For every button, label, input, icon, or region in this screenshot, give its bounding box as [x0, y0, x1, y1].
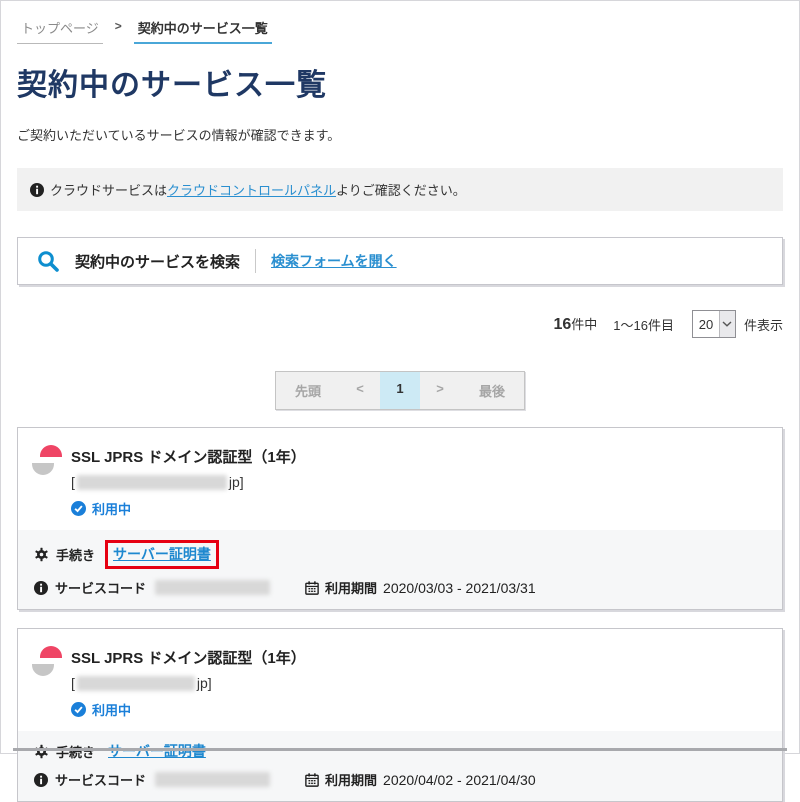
service-status: 利用中	[71, 700, 306, 719]
results-total-number: 16	[553, 316, 571, 333]
breadcrumb-current: 契約中のサービス一覧	[134, 18, 272, 44]
service-code-label: サービスコード	[55, 770, 146, 789]
procedure-row: 手続き サーバー証明書	[34, 540, 768, 569]
procedure-label: 手続き	[56, 742, 95, 761]
service-card-body: SSL JPRS ドメイン認証型（1年） [ jp] 利用中	[18, 428, 782, 530]
pagination-next-button[interactable]: >	[420, 372, 460, 409]
status-badge: 利用中	[92, 700, 131, 719]
server-certificate-link[interactable]: サーバー証明書	[108, 741, 206, 761]
calendar-icon	[305, 581, 319, 595]
per-page-unit: 件表示	[744, 315, 783, 334]
service-title: SSL JPRS ドメイン認証型（1年）	[71, 443, 306, 467]
service-domain: [ jp]	[71, 474, 306, 490]
page-title: 契約中のサービス一覧	[17, 60, 783, 104]
usage-period-group: 利用期間 2020/03/03 - 2021/03/31	[305, 578, 536, 597]
service-code-label: サービスコード	[55, 578, 146, 597]
service-info-row: サービスコード 利用期間 2020/03/03 - 2021/03/31	[34, 578, 768, 597]
cloud-service-notice: クラウドサービスはクラウドコントロールパネルよりご確認ください。	[17, 168, 783, 211]
breadcrumb-home-link[interactable]: トップページ	[17, 18, 103, 44]
service-status: 利用中	[71, 499, 306, 518]
usage-period-value: 2020/03/03 - 2021/03/31	[383, 580, 536, 596]
domain-bracket-open: [	[71, 474, 75, 490]
domain-suffix: jp]	[229, 474, 244, 490]
pagination-wrap: 先頭 < 1 > 最後	[17, 371, 783, 410]
contracted-services-page: トップページ > 契約中のサービス一覧 契約中のサービス一覧 ご契約いただいてい…	[1, 18, 799, 802]
results-total-unit: 件中	[571, 317, 597, 332]
pagination-last-button[interactable]: 最後	[460, 372, 524, 409]
page-description: ご契約いただいているサービスの情報が確認できます。	[17, 125, 783, 144]
gear-icon	[34, 547, 49, 562]
redacted-domain	[77, 475, 227, 490]
domain-bracket-open: [	[71, 675, 75, 691]
redacted-domain	[77, 676, 195, 691]
service-card: SSL JPRS ドメイン認証型（1年） [ jp] 利用中	[17, 427, 783, 610]
service-info-row: サービスコード 利用期間 2020/04/02 - 2021/04/30	[34, 770, 768, 789]
divider	[255, 249, 256, 273]
usage-period-value: 2020/04/02 - 2021/04/30	[383, 772, 536, 788]
search-icon	[36, 249, 60, 273]
annotation-highlight-box: サーバー証明書	[105, 540, 219, 569]
results-range: 1〜16件目	[613, 315, 674, 334]
service-card-footer: 手続き サーバー証明書 サービスコード 利用期間 2020/03/03 - 20…	[18, 530, 782, 609]
results-total: 16件中	[553, 314, 597, 334]
domain-suffix: jp]	[197, 675, 212, 691]
pagination-prev-button[interactable]: <	[340, 372, 380, 409]
info-icon	[30, 183, 44, 197]
next-section-edge	[13, 748, 787, 751]
service-card-footer: 手続き サーバー証明書 サービスコード 利用期間 2020/04/02 - 20…	[18, 731, 782, 801]
cloud-control-panel-link[interactable]: クラウドコントロールパネル	[167, 183, 336, 198]
breadcrumb: トップページ > 契約中のサービス一覧	[17, 18, 783, 44]
redacted-service-code	[155, 580, 270, 595]
service-logo-icon	[32, 646, 62, 676]
usage-period-label: 利用期間	[325, 770, 377, 789]
notice-text-after: よりご確認ください。	[336, 183, 466, 198]
service-logo-icon	[32, 445, 62, 475]
per-page-value: 20	[693, 311, 719, 337]
procedure-row: 手続き サーバー証明書	[34, 741, 768, 761]
results-summary-row: 16件中 1〜16件目 20 件表示	[17, 310, 783, 338]
check-circle-icon	[71, 501, 86, 516]
chevron-down-icon	[719, 311, 735, 337]
server-certificate-link[interactable]: サーバー証明書	[113, 546, 211, 562]
calendar-icon	[305, 773, 319, 787]
notice-text-before: クラウドサービスは	[50, 183, 167, 198]
notice-text: クラウドサービスはクラウドコントロールパネルよりご確認ください。	[50, 180, 466, 199]
service-title: SSL JPRS ドメイン認証型（1年）	[71, 644, 306, 668]
usage-period-label: 利用期間	[325, 578, 377, 597]
search-label: 契約中のサービスを検索	[75, 251, 240, 272]
redacted-service-code	[155, 772, 270, 787]
service-search-bar: 契約中のサービスを検索 検索フォームを開く	[17, 237, 783, 285]
check-circle-icon	[71, 702, 86, 717]
pagination-current-page: 1	[380, 372, 420, 409]
per-page-select[interactable]: 20	[692, 310, 736, 338]
gear-icon	[34, 744, 49, 759]
usage-period-group: 利用期間 2020/04/02 - 2021/04/30	[305, 770, 536, 789]
status-badge: 利用中	[92, 499, 131, 518]
service-card-body: SSL JPRS ドメイン認証型（1年） [ jp] 利用中	[18, 629, 782, 731]
procedure-label: 手続き	[56, 545, 95, 564]
breadcrumb-separator: >	[115, 18, 122, 33]
service-domain: [ jp]	[71, 675, 306, 691]
pagination-first-button[interactable]: 先頭	[276, 372, 340, 409]
open-search-form-link[interactable]: 検索フォームを開く	[271, 251, 397, 271]
pagination: 先頭 < 1 > 最後	[275, 371, 525, 410]
info-icon	[34, 581, 48, 595]
info-icon	[34, 773, 48, 787]
service-card: SSL JPRS ドメイン認証型（1年） [ jp] 利用中	[17, 628, 783, 802]
